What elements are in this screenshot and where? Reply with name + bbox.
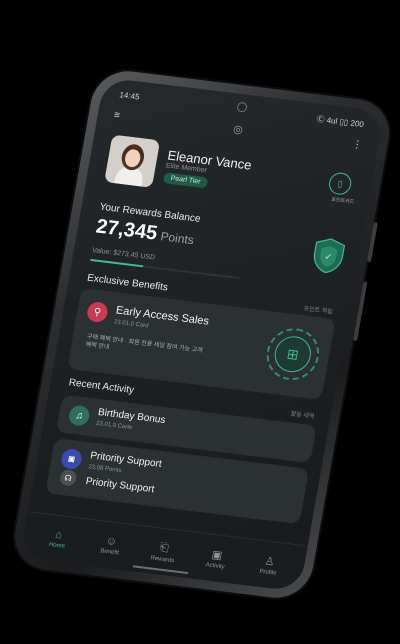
points-unit: Points (159, 229, 196, 248)
card-icon: ▯ (336, 177, 344, 189)
headset-icon: ☊ (58, 468, 78, 487)
activity-section-link[interactable]: 활동 내역 (290, 408, 315, 420)
chat-icon: ◙ (59, 447, 84, 471)
shield-icon: ✓ (313, 238, 346, 274)
notification-icon[interactable]: ⋮ (351, 138, 363, 150)
nav-label: Activity (205, 561, 226, 570)
phone-mockup: 14:45 Ⓒ 4ul ▯▯ 200 ≡ ⋮ ◎ Eleanor Vance E… (9, 67, 395, 602)
user-icon: ♙ (263, 554, 276, 568)
menu-icon[interactable]: ≡ (113, 109, 121, 121)
status-indicators: Ⓒ 4ul ▯▯ 200 (316, 113, 365, 130)
app-screen: 14:45 Ⓒ 4ul ▯▯ 200 ≡ ⋮ ◎ Eleanor Vance E… (19, 77, 385, 592)
nav-label: Profile (258, 568, 277, 577)
tier-badge: Pearl Tier (162, 172, 209, 189)
nav-label: Home (48, 541, 66, 550)
app-logo-icon: ◎ (232, 123, 244, 137)
nav-label: Benefit (99, 548, 120, 557)
ticket-icon: ⚲ (85, 301, 110, 324)
benefit-badge: ⊞ (262, 325, 324, 384)
people-icon: ☺ (104, 534, 119, 549)
activity-icon: ▣ (210, 548, 224, 562)
signal-indicator: Ⓒ 4ul ▯▯ (315, 113, 350, 127)
status-time: 14:45 (118, 89, 141, 102)
benefit-subtitle: 23.01.0 Card (113, 319, 149, 330)
activity-subtitle: 23.01.0 Carte (95, 420, 133, 432)
gift-icon: ⊞ (271, 334, 314, 375)
activity-section-title: Recent Activity (67, 377, 135, 397)
rewards-progress-fill (90, 258, 143, 268)
nav-item-rewards[interactable]: ⎗ Rewards (142, 539, 185, 565)
points-value: 27,345 (94, 215, 159, 245)
battery-level: 200 (349, 118, 365, 129)
activity-subtitle: 23.08 Points (87, 464, 122, 475)
activity-title: Priority Support (84, 476, 156, 496)
avatar[interactable] (104, 134, 161, 188)
gift-icon: ⎗ (158, 541, 170, 554)
avatar-portrait-icon (104, 134, 161, 188)
nav-label: Rewards (150, 554, 175, 564)
benefits-section-link[interactable]: 포인트 적립 (303, 303, 334, 315)
nav-item-benefit[interactable]: ☺ Benefit (89, 533, 132, 558)
home-icon: ⌂ (54, 528, 64, 542)
member-card-label: 포인트카드 (330, 196, 355, 206)
music-note-icon: ♫ (67, 404, 91, 427)
benefit-description: 구매 혜택 안내 · 회원 전용 세일 참여 가능 고객 혜택 안내 (85, 334, 204, 355)
nav-item-home[interactable]: ⌂ Home (36, 527, 79, 552)
member-card-button[interactable]: ▯ (327, 171, 353, 196)
nav-item-activity[interactable]: ▣ Activity (195, 546, 238, 572)
nav-item-profile[interactable]: ♙ Profile (248, 552, 291, 578)
